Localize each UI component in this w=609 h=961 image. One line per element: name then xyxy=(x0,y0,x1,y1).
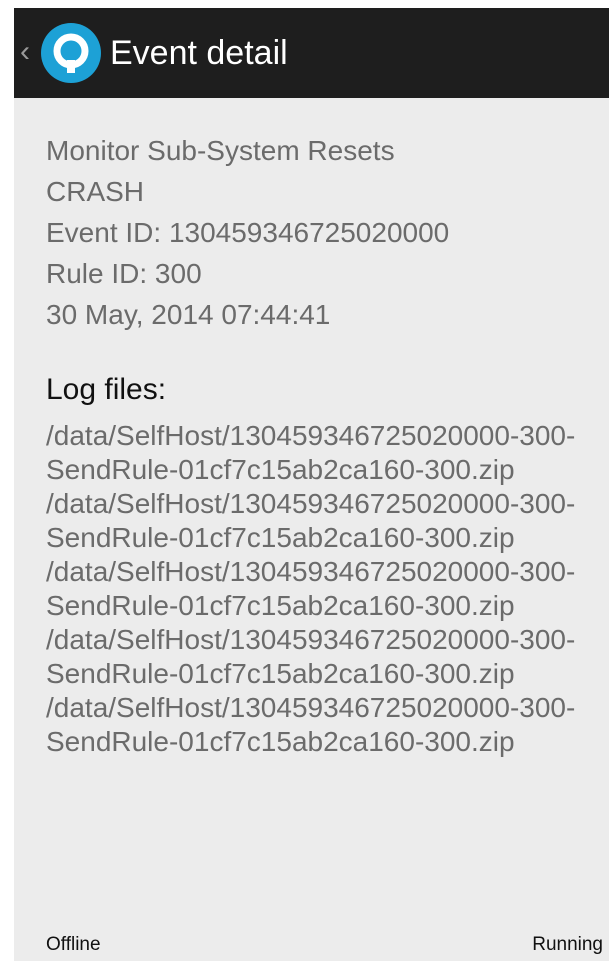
log-file-item[interactable]: /data/SelfHost/130459346725020000-300-Se… xyxy=(46,419,591,487)
log-file-item[interactable]: /data/SelfHost/130459346725020000-300-Se… xyxy=(46,555,591,623)
page-title: Event detail xyxy=(110,34,288,72)
rule-id: Rule ID: 300 xyxy=(46,258,202,289)
event-id: Event ID: 130459346725020000 xyxy=(46,217,450,248)
event-detail-content: Monitor Sub-System Resets CRASH Event ID… xyxy=(46,130,606,759)
event-name: Monitor Sub-System Resets xyxy=(46,135,395,166)
event-type: CRASH xyxy=(46,176,145,207)
log-file-item[interactable]: /data/SelfHost/130459346725020000-300-Se… xyxy=(46,487,591,555)
event-timestamp: 30 May, 2014 07:44:41 xyxy=(46,299,331,330)
chevron-left-icon[interactable]: ‹ xyxy=(20,32,30,72)
app-screen: ‹ Event detail Monitor Sub-System Resets… xyxy=(14,0,609,961)
top-edge xyxy=(0,0,609,8)
run-status: Running xyxy=(532,934,603,955)
log-files-list: /data/SelfHost/130459346725020000-300-Se… xyxy=(46,419,606,759)
action-bar: ‹ Event detail xyxy=(14,8,609,98)
log-file-item[interactable]: /data/SelfHost/130459346725020000-300-Se… xyxy=(46,691,591,759)
log-files-heading: Log files: xyxy=(46,373,167,406)
q-logo-icon[interactable] xyxy=(40,22,102,84)
status-bar: Offline Running xyxy=(14,930,609,961)
log-file-item[interactable]: /data/SelfHost/130459346725020000-300-Se… xyxy=(46,623,591,691)
connection-status: Offline xyxy=(46,934,101,955)
